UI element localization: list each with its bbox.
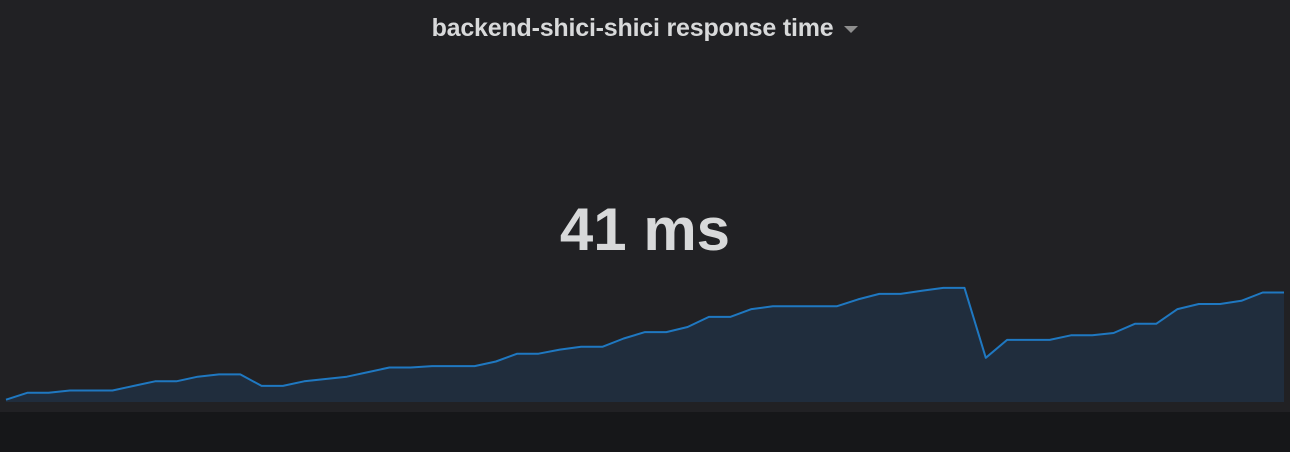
stat-panel: backend-shici-shici response time 41 ms <box>0 0 1290 412</box>
sparkline-area <box>6 287 1284 402</box>
stat-value: 41 ms <box>559 196 731 263</box>
panel-gap <box>0 412 1290 452</box>
